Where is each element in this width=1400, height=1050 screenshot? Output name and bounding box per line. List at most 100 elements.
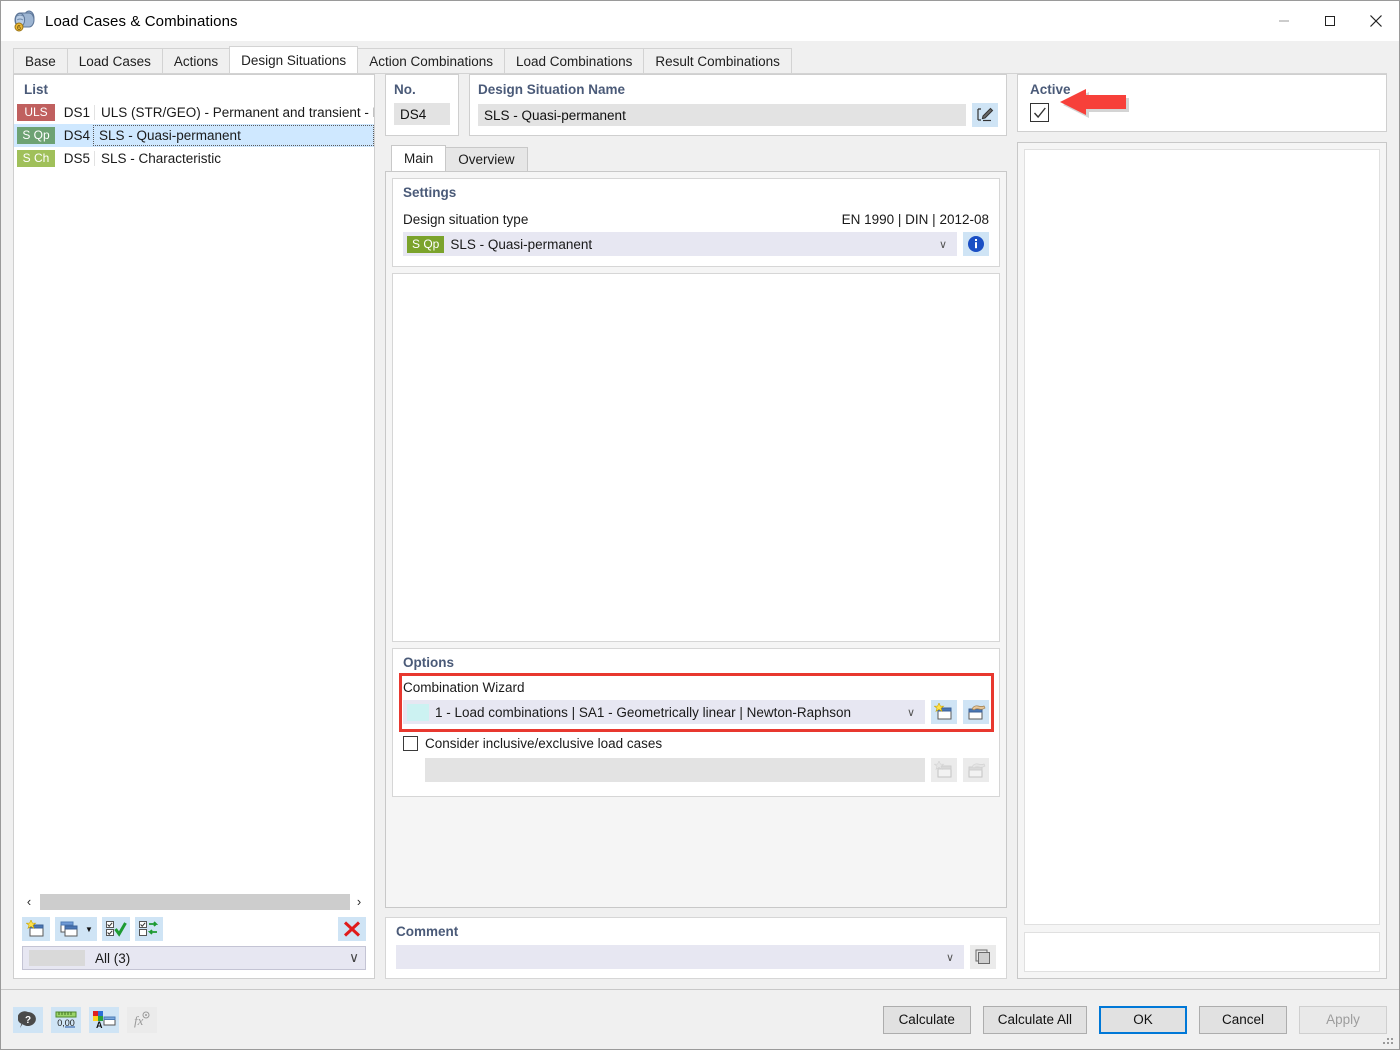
tab-actions[interactable]: Actions [161,48,231,73]
calculate-button[interactable]: Calculate [882,1005,971,1034]
calculate-all-button[interactable]: Calculate All [982,1005,1087,1034]
edit-inclusive-button [963,758,989,782]
tab-load-combinations[interactable]: Load Combinations [504,48,645,73]
active-checkbox[interactable] [1030,103,1049,122]
detail-header-row: No. DS4 Design Situation Name SLS - Quas… [385,74,1007,136]
annotation-arrow-icon [1054,89,1134,130]
list-toolbar: ▼ [14,912,374,946]
colors-font-icon[interactable]: A [89,1006,119,1033]
row-number: DS1 [63,105,90,120]
tab-main[interactable]: Main [391,145,447,171]
chevron-down-icon[interactable]: ∨ [946,951,960,964]
combination-wizard-select[interactable]: 1 - Load combinations | SA1 - Geometrica… [403,700,925,724]
chevron-down-icon[interactable]: ▼ [85,925,93,934]
delete-button[interactable] [338,917,366,941]
scrollbar-thumb[interactable] [40,893,350,910]
copy-pages-icon[interactable] [970,945,996,969]
status-badge: S Qp [17,127,55,144]
type-badge: S Qp [407,235,445,253]
load-cases-icon: 6 [13,9,37,33]
maximize-icon[interactable] [1307,1,1353,41]
list-panel: List ULS DS1 ULS (STR/GEO) - Permanent a… [13,74,375,979]
options-section: Options Combination Wizard 1 - Load comb… [392,648,1000,797]
tab-result-combinations[interactable]: Result Combinations [643,48,792,73]
options-title: Options [403,655,454,670]
combination-wizard-group: Combination Wizard 1 - Load combinations… [399,673,994,732]
filter-color-swatch [29,950,85,966]
footer-bar: ? 0,00 A fx Calculate Calculate All OK C… [1,989,1399,1049]
window-controls [1261,1,1399,41]
tab-design-situations[interactable]: Design Situations [229,46,359,73]
table-row[interactable]: S Ch DS5 SLS - Characteristic [14,147,374,170]
tab-overview[interactable]: Overview [445,147,528,171]
fx-icon: fx [127,1006,157,1033]
design-situations-list[interactable]: ULS DS1 ULS (STR/GEO) - Permanent and tr… [14,101,374,890]
settings-empty-area [392,273,1000,642]
comment-section: Comment ∨ [385,917,1007,979]
chevron-down-icon[interactable]: ∨ [939,238,953,251]
svg-text:?: ? [25,1015,31,1026]
info-icon[interactable] [963,232,989,256]
name-label: Design Situation Name [478,82,626,97]
no-panel: No. DS4 [385,74,459,136]
scroll-left-icon[interactable]: ‹ [18,892,40,912]
consider-inclusive-row[interactable]: Consider inclusive/exclusive load cases [403,736,989,751]
select-all-button[interactable] [101,917,130,941]
tab-action-combinations[interactable]: Action Combinations [357,48,506,73]
detail-tabstrip: Main Overview [385,145,1007,171]
new-combination-wizard-button[interactable] [931,700,957,724]
new-design-situation-button[interactable] [22,917,50,941]
chevron-down-icon[interactable]: ∨ [907,706,921,719]
comment-title: Comment [396,924,459,939]
table-row[interactable]: S Qp DS4 SLS - Quasi-permanent [14,124,374,147]
inclusive-field-row [403,758,989,782]
ok-button[interactable]: OK [1099,1005,1187,1034]
copy-design-situation-button[interactable]: ▼ [55,917,97,941]
help-bubble-icon[interactable]: ? [13,1006,43,1033]
row-name: SLS - Characteristic [94,151,374,166]
horizontal-scrollbar[interactable]: ‹ › [14,890,374,912]
right-preview-panel [1017,142,1387,979]
tab-base[interactable]: Base [13,48,68,73]
close-icon[interactable] [1353,1,1399,41]
list-filter-select[interactable]: All (3) ∨ [22,946,366,970]
table-row[interactable]: ULS DS1 ULS (STR/GEO) - Permanent and tr… [14,101,374,124]
detail-tabs-column: Main Overview Settings Design situation … [385,145,1007,979]
resize-grip[interactable] [1383,1034,1395,1046]
wizard-color-swatch [407,703,429,721]
design-situation-type-select[interactable]: S Qp SLS - Quasi-permanent ∨ [403,232,957,256]
chevron-down-icon[interactable]: ∨ [349,950,359,966]
design-situation-name-field[interactable]: SLS - Quasi-permanent [478,104,966,126]
active-column: Active [1017,74,1387,989]
detail-content-row: Main Overview Settings Design situation … [385,145,1007,979]
minimize-icon[interactable] [1261,1,1307,41]
consider-inclusive-label: Consider inclusive/exclusive load cases [425,736,663,751]
new-inclusive-button [931,758,957,782]
combination-wizard-label: Combination Wizard [403,680,525,695]
list-header: List [14,75,374,101]
svg-text:fx: fx [134,1013,144,1028]
cancel-button[interactable]: Cancel [1199,1005,1287,1034]
edit-combination-wizard-button[interactable] [963,700,989,724]
list-filter-row: All (3) ∨ [14,946,374,978]
edit-pencil-icon[interactable] [972,103,998,127]
window-title: Load Cases & Combinations [45,12,238,30]
tab-load-cases[interactable]: Load Cases [66,48,163,73]
comment-select[interactable]: ∨ [396,945,964,969]
svg-text:6: 6 [17,25,21,32]
name-panel: Design Situation Name SLS - Quasi-perman… [469,74,1007,136]
consider-inclusive-checkbox[interactable] [403,736,418,751]
right-preview-area [1024,149,1380,925]
dialog-window: 6 Load Cases & Combinations Base Load Ca… [0,0,1400,1050]
main-tab-content: Settings Design situation type EN 1990 |… [385,171,1007,908]
right-comment-area [1024,932,1380,972]
units-0-00-icon[interactable]: 0,00 [51,1006,81,1033]
list-filter-value: All (3) [95,950,131,966]
detail-column: No. DS4 Design Situation Name SLS - Quas… [385,74,1007,989]
list-title: List [24,82,49,97]
scrollbar-track[interactable] [40,893,350,910]
footer-buttons: Calculate Calculate All OK Cancel Apply [882,1005,1387,1034]
invert-selection-button[interactable] [134,917,163,941]
scroll-right-icon[interactable]: › [348,892,370,912]
status-badge: S Ch [17,150,55,167]
